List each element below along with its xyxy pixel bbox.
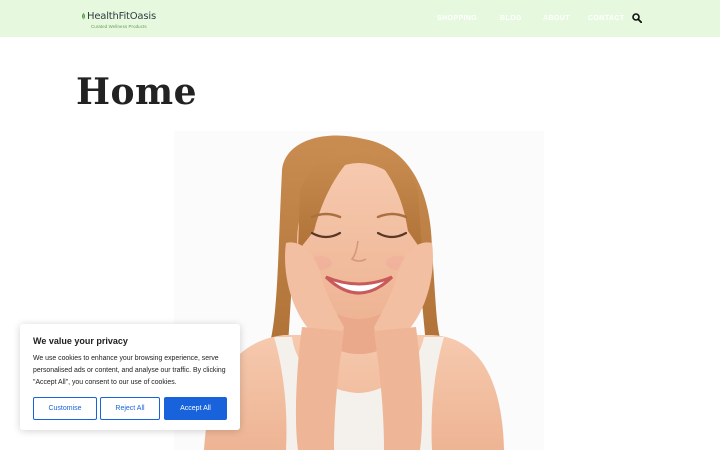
cookie-title: We value your privacy [33,336,128,346]
customise-button[interactable]: Customise [33,397,97,420]
search-icon[interactable] [632,13,642,23]
nav-item-shopping[interactable]: SHOPPING [437,13,477,25]
cookie-banner: We value your privacy We use cookies to … [20,324,240,430]
nav-item-blog[interactable]: BLOG [500,13,522,25]
main-nav: SHOPPING BLOG ABOUT CONTACT [0,13,720,25]
accept-all-button[interactable]: Accept All [164,397,227,420]
cookie-description: We use cookies to enhance your browsing … [33,355,226,386]
nav-item-contact[interactable]: CONTACT [588,13,625,25]
reject-all-button[interactable]: Reject All [100,397,160,420]
site-header: HealthFitOasis Curated Wellness Products… [0,0,720,37]
page-title: Home [76,71,198,113]
nav-item-about[interactable]: ABOUT [543,13,570,25]
